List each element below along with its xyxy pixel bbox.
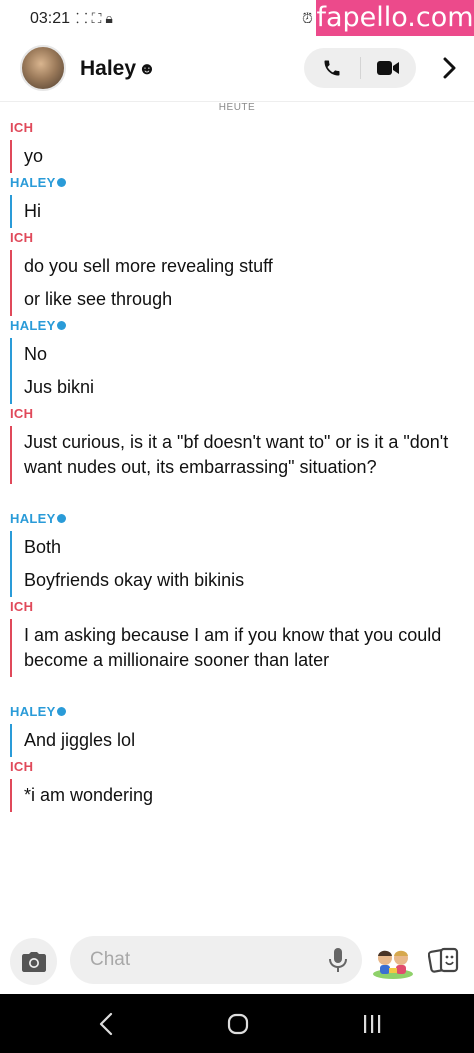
status-time: 03:21 bbox=[30, 10, 71, 27]
friend-status-dot-icon bbox=[56, 321, 66, 330]
message-group: And jiggles lol bbox=[10, 724, 465, 757]
message-text[interactable]: do you sell more revealing stuff bbox=[24, 250, 465, 283]
message-group: Hi bbox=[10, 195, 465, 228]
sender-label: HALEY bbox=[10, 704, 66, 719]
nav-back-button[interactable] bbox=[86, 1008, 126, 1040]
message-text[interactable]: I am asking because I am if you know tha… bbox=[24, 619, 465, 677]
sender-label: ICH bbox=[10, 406, 33, 421]
contact-name[interactable]: Haley ☻ bbox=[80, 57, 156, 81]
nav-recents-button[interactable] bbox=[352, 1008, 392, 1040]
sender-name: ICH bbox=[10, 406, 34, 421]
sticker-cards-icon bbox=[428, 947, 459, 973]
nav-home-button[interactable] bbox=[218, 1008, 258, 1040]
phone-icon bbox=[324, 60, 340, 76]
message-text[interactable]: or like see through bbox=[24, 283, 465, 316]
message-group: do you sell more revealing stuff or like … bbox=[10, 250, 465, 316]
sender-label: ICH bbox=[10, 759, 33, 774]
voice-call-button[interactable] bbox=[304, 48, 360, 88]
watermark: fapello.com bbox=[316, 0, 474, 36]
sender-label: HALEY bbox=[10, 511, 66, 526]
message-group: yo bbox=[10, 140, 465, 173]
message-group: I am asking because I am if you know tha… bbox=[10, 619, 465, 677]
friend-status-dot-icon bbox=[56, 178, 66, 187]
system-nav-bar bbox=[0, 994, 474, 1053]
status-icons: ⸬⛶🔒︎ bbox=[76, 9, 117, 28]
sender-name: ICH bbox=[10, 759, 34, 774]
microphone-icon bbox=[329, 948, 347, 972]
sender-label: ICH bbox=[10, 230, 33, 245]
home-icon bbox=[227, 1013, 249, 1035]
sender-name: HALEY bbox=[10, 175, 56, 190]
sender-name: ICH bbox=[10, 230, 34, 245]
camera-icon bbox=[21, 951, 46, 972]
call-controls bbox=[304, 48, 416, 88]
message-text[interactable]: *i am wondering bbox=[24, 779, 465, 812]
sender-name: ICH bbox=[10, 599, 34, 614]
message-text[interactable]: Hi bbox=[24, 195, 465, 228]
input-bar bbox=[0, 928, 474, 994]
chevron-right-icon bbox=[443, 57, 456, 79]
sender-name: HALEY bbox=[10, 704, 56, 719]
message-text[interactable]: Boyfriends okay with bikinis bbox=[24, 564, 465, 597]
contact-name-text: Haley bbox=[80, 57, 137, 80]
message-text[interactable]: Both bbox=[24, 531, 465, 564]
status-bar: 03:21 ⸬⛶🔒︎ ⏰︎ fapello.com bbox=[0, 0, 474, 38]
chat-input[interactable] bbox=[70, 936, 362, 984]
lock-icon: 🔒︎ bbox=[105, 10, 117, 26]
message-group: No Jus bikni bbox=[10, 338, 465, 404]
sender-label: HALEY bbox=[10, 175, 66, 190]
message-group: Both Boyfriends okay with bikinis bbox=[10, 531, 465, 597]
sender-label: ICH bbox=[10, 120, 33, 135]
chat-header: Haley ☻ bbox=[0, 38, 474, 102]
day-label: HEUTE bbox=[218, 102, 256, 113]
microphone-button[interactable] bbox=[327, 947, 349, 973]
message-text[interactable]: yo bbox=[24, 140, 465, 173]
message-text[interactable]: No bbox=[24, 338, 465, 371]
more-options-button[interactable] bbox=[438, 56, 460, 80]
chat-thread: HEUTE ICH yo HALEY Hi ICH do you sell more re… bbox=[0, 102, 474, 928]
back-chevron-icon bbox=[99, 1012, 113, 1036]
stickers-button[interactable] bbox=[426, 943, 462, 979]
message-text[interactable]: Jus bikni bbox=[24, 371, 465, 404]
bitmoji-button[interactable] bbox=[370, 942, 416, 982]
video-camera-icon bbox=[377, 61, 399, 75]
sender-name: HALEY bbox=[10, 511, 56, 526]
friend-status-dot-icon bbox=[56, 514, 66, 523]
sender-label: HALEY bbox=[10, 318, 66, 333]
friend-status-dot-icon bbox=[56, 707, 66, 716]
message-group: Just curious, is it a "bf doesn't want t… bbox=[10, 426, 465, 484]
message-group: *i am wondering bbox=[10, 779, 465, 812]
message-text[interactable]: And jiggles lol bbox=[24, 724, 465, 757]
sender-name: ICH bbox=[10, 120, 34, 135]
alarm-icon: ⏰︎ bbox=[302, 10, 313, 26]
focus-icon: ⛶ bbox=[91, 10, 106, 26]
screen-record-icon: ⸬ bbox=[76, 10, 92, 26]
avatar[interactable] bbox=[20, 45, 66, 91]
bitmoji-icon bbox=[373, 950, 413, 979]
friend-emoji-icon: ☻ bbox=[138, 59, 156, 78]
camera-button[interactable] bbox=[10, 938, 57, 985]
message-text[interactable]: Just curious, is it a "bf doesn't want t… bbox=[24, 426, 465, 484]
sender-label: ICH bbox=[10, 599, 33, 614]
sender-name: HALEY bbox=[10, 318, 56, 333]
recents-icon bbox=[364, 1015, 381, 1033]
video-call-button[interactable] bbox=[360, 48, 416, 88]
